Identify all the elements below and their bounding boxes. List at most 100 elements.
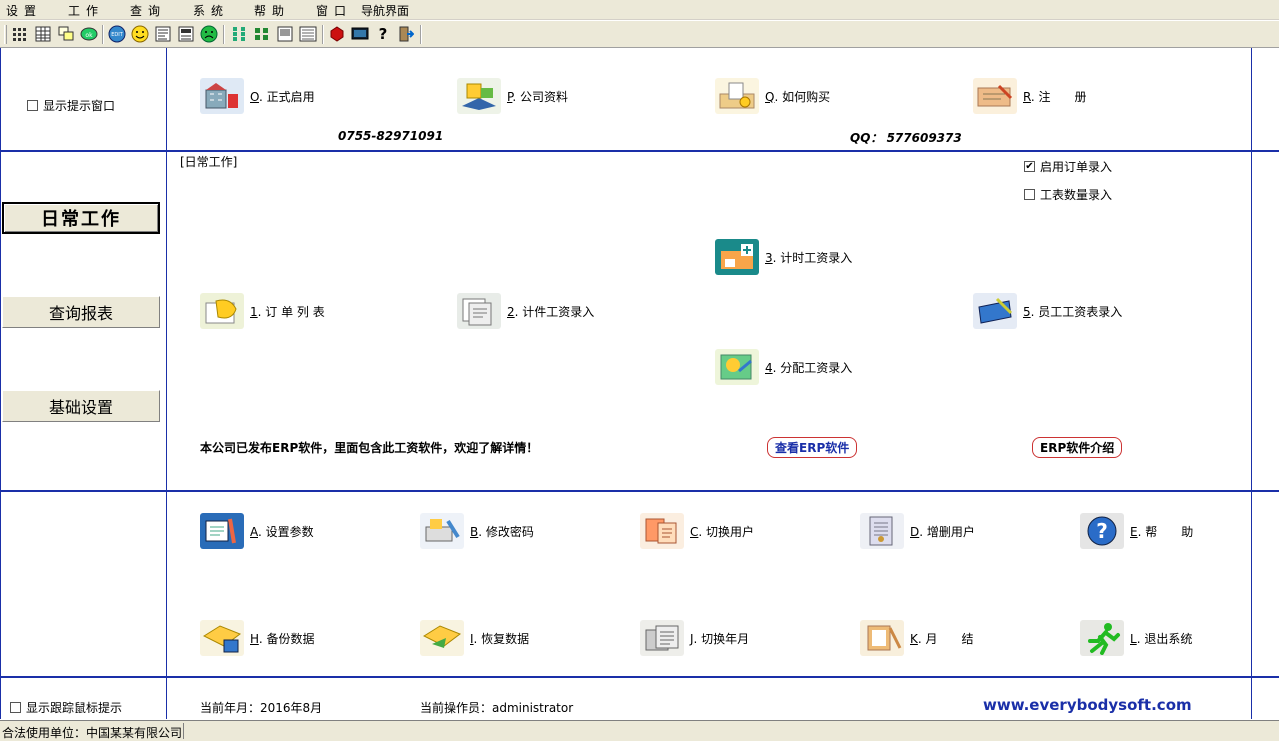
change-password-item[interactable]: B. 修改密码 <box>420 513 534 549</box>
employee-wage-sheet-label: 5. 员工工资表录入 <box>1023 304 1123 319</box>
register-item[interactable]: R. 注 册 <box>973 78 1087 114</box>
formal-activation-item[interactable]: O. 正式启用 <box>200 78 315 114</box>
tiles-icon[interactable] <box>252 24 272 44</box>
menu-settings[interactable]: 设置 <box>6 2 42 19</box>
running-man-icon <box>1080 620 1124 656</box>
company-info-label: P. 公司资料 <box>507 89 569 104</box>
stop-icon[interactable] <box>327 24 347 44</box>
frame-line-bottom <box>0 676 1279 678</box>
switch-user-icon <box>640 513 684 549</box>
nav-basic-settings-button[interactable]: 基础设置 <box>2 390 160 422</box>
enable-order-entry-checkbox[interactable]: ✔ 启用订单录入 <box>1024 158 1112 175</box>
form-icon[interactable] <box>153 24 173 44</box>
menu-bar: 设置 工作 查询 系统 帮助 窗口 导航界面 <box>0 0 1279 20</box>
add-remove-user-item[interactable]: D. 增删用户 <box>860 513 975 549</box>
frame-border-right <box>1251 48 1252 719</box>
allocation-wage-entry-item[interactable]: 4. 分配工资录入 <box>715 349 852 385</box>
frame-line-middle <box>0 490 1279 492</box>
hourly-wage-label: 3. 计时工资录入 <box>765 250 853 265</box>
month-end-close-label: K. 月 结 <box>910 631 974 646</box>
smile-icon[interactable] <box>130 24 150 44</box>
worksheet-qty-entry-checkbox[interactable]: 工表数量录入 <box>1024 186 1112 203</box>
order-list-item[interactable]: 1. 订 单 列 表 <box>200 293 325 329</box>
worksheet-qty-entry-label: 工表数量录入 <box>1040 188 1113 202</box>
menu-nav-screen[interactable]: 导航界面 <box>361 2 409 19</box>
how-to-buy-item[interactable]: Q. 如何购买 <box>715 78 830 114</box>
password-icon <box>420 513 464 549</box>
nav-daily-work-button[interactable]: 日常工作 <box>2 202 160 234</box>
toolbar-separator <box>420 25 422 44</box>
phone-number: 0755-82971091 <box>338 129 444 143</box>
printer-icon[interactable] <box>298 24 318 44</box>
backup-folder-icon <box>200 620 244 656</box>
disk-icon[interactable]: ok <box>79 24 99 44</box>
menu-help[interactable]: 帮助 <box>254 2 290 19</box>
exit-system-label: L. 退出系统 <box>1130 631 1193 646</box>
backup-data-label: H. 备份数据 <box>250 631 315 646</box>
order-list-label: 1. 订 单 列 表 <box>250 304 325 319</box>
table-icon[interactable] <box>33 24 53 44</box>
set-parameters-label: A. 设置参数 <box>250 524 314 539</box>
show-mouse-tip-checkbox[interactable]: 显示跟踪鼠标提示 <box>10 699 122 716</box>
employee-wage-sheet-icon <box>973 293 1017 329</box>
hourly-wage-icon <box>715 239 759 275</box>
screen-icon[interactable] <box>350 24 370 44</box>
month-end-icon <box>860 620 904 656</box>
help-icon[interactable]: ? <box>373 24 393 44</box>
erp-intro-button[interactable]: ERP软件介绍 <box>1032 437 1123 458</box>
toolbar: ok EDIT ? <box>0 21 1279 48</box>
checkbox-box[interactable] <box>1024 189 1035 200</box>
exit-system-item[interactable]: L. 退出系统 <box>1080 620 1192 656</box>
sad-icon[interactable] <box>199 24 219 44</box>
windows-icon[interactable] <box>56 24 76 44</box>
month-end-close-item[interactable]: K. 月 结 <box>860 620 974 656</box>
checkbox-box[interactable] <box>10 702 21 713</box>
settings-tools-icon <box>200 513 244 549</box>
menu-window[interactable]: 窗口 <box>316 2 352 19</box>
view-erp-button[interactable]: 查看ERP软件 <box>767 437 858 458</box>
show-tip-window-checkbox[interactable]: 显示提示窗口 <box>27 97 115 114</box>
status-bar: 合法使用单位：中国某某有限公司 <box>0 720 1279 741</box>
menu-work[interactable]: 工作 <box>68 2 104 19</box>
show-tip-window-label: 显示提示窗口 <box>43 99 116 113</box>
calendar-icon <box>640 620 684 656</box>
restore-data-item[interactable]: I. 恢复数据 <box>420 620 529 656</box>
help-label: E. 帮 助 <box>1130 524 1194 539</box>
hourly-wage-entry-item[interactable]: 3. 计时工资录入 <box>715 239 852 275</box>
employee-wage-sheet-entry-item[interactable]: 5. 员工工资表录入 <box>973 293 1122 329</box>
help-item[interactable]: ? E. 帮 助 <box>1080 513 1193 549</box>
formal-activation-label: O. 正式启用 <box>250 89 315 104</box>
list-icon[interactable] <box>176 24 196 44</box>
svg-text:EDIT: EDIT <box>111 32 123 38</box>
set-parameters-item[interactable]: A. 设置参数 <box>200 513 314 549</box>
grid-icon[interactable] <box>10 24 30 44</box>
piecework-wage-label: 2. 计件工资录入 <box>507 304 595 319</box>
erp-notice-text: 本公司已发布ERP软件，里面包含此工资软件，欢迎了解详情！ <box>200 441 539 455</box>
show-mouse-tip-label: 显示跟踪鼠标提示 <box>26 701 123 715</box>
backup-data-item[interactable]: H. 备份数据 <box>200 620 314 656</box>
menu-system[interactable]: 系统 <box>193 2 229 19</box>
frame-divider <box>166 48 167 719</box>
company-info-item[interactable]: P. 公司资料 <box>457 78 568 114</box>
switch-year-month-item[interactable]: J. 切换年月 <box>640 620 749 656</box>
toolbar-separator <box>223 25 225 44</box>
menu-query[interactable]: 查询 <box>130 2 166 19</box>
change-password-label: B. 修改密码 <box>470 524 534 539</box>
checkbox-checked-icon[interactable]: ✔ <box>1024 161 1035 172</box>
current-period: 当前年月：2016年8月 <box>200 701 323 715</box>
add-remove-user-label: D. 增删用户 <box>910 524 975 539</box>
checkbox-box[interactable] <box>27 100 38 111</box>
website-link[interactable]: www.everybodysoft.com <box>983 696 1192 714</box>
frame-line-top <box>0 150 1279 152</box>
nav-query-report-button[interactable]: 查询报表 <box>2 296 160 328</box>
edit-icon[interactable]: EDIT <box>107 24 127 44</box>
hierarchy-icon[interactable] <box>229 24 249 44</box>
toolbar-grip[interactable] <box>4 25 7 44</box>
user-management-icon <box>860 513 904 549</box>
switch-user-item[interactable]: C. 切换用户 <box>640 513 754 549</box>
exit-icon[interactable] <box>396 24 416 44</box>
purchase-icon <box>715 78 759 114</box>
piecework-wage-entry-item[interactable]: 2. 计件工资录入 <box>457 293 594 329</box>
report-icon[interactable] <box>275 24 295 44</box>
current-operator: 当前操作员：administrator <box>420 701 574 715</box>
